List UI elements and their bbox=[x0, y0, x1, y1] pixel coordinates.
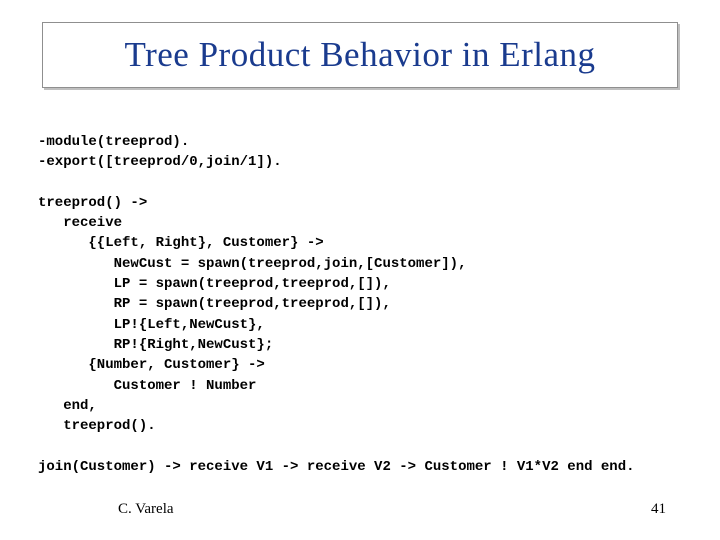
title-box: Tree Product Behavior in Erlang bbox=[42, 22, 678, 88]
code-line: {{Left, Right}, Customer} -> bbox=[38, 235, 324, 251]
code-line: join(Customer) -> receive V1 -> receive … bbox=[38, 459, 635, 475]
code-line: LP = spawn(treeprod,treeprod,[]), bbox=[38, 276, 391, 292]
code-line: {Number, Customer} -> bbox=[38, 357, 265, 373]
slide: Tree Product Behavior in Erlang -module(… bbox=[0, 0, 720, 540]
footer-page-number: 41 bbox=[651, 501, 666, 518]
code-line: end, bbox=[38, 398, 97, 414]
code-line: treeprod() -> bbox=[38, 195, 147, 211]
code-line: -module(treeprod). bbox=[38, 134, 189, 150]
code-line: LP!{Left,NewCust}, bbox=[38, 317, 265, 333]
code-line: treeprod(). bbox=[38, 418, 156, 434]
slide-title: Tree Product Behavior in Erlang bbox=[124, 35, 595, 75]
code-line: receive bbox=[38, 215, 122, 231]
code-line: -export([treeprod/0,join/1]). bbox=[38, 154, 282, 170]
footer-author: C. Varela bbox=[118, 501, 174, 518]
code-block: -module(treeprod). -export([treeprod/0,j… bbox=[38, 132, 698, 477]
code-line: Customer ! Number bbox=[38, 378, 256, 394]
code-line: NewCust = spawn(treeprod,join,[Customer]… bbox=[38, 256, 466, 272]
code-line: RP = spawn(treeprod,treeprod,[]), bbox=[38, 296, 391, 312]
code-line: RP!{Right,NewCust}; bbox=[38, 337, 273, 353]
